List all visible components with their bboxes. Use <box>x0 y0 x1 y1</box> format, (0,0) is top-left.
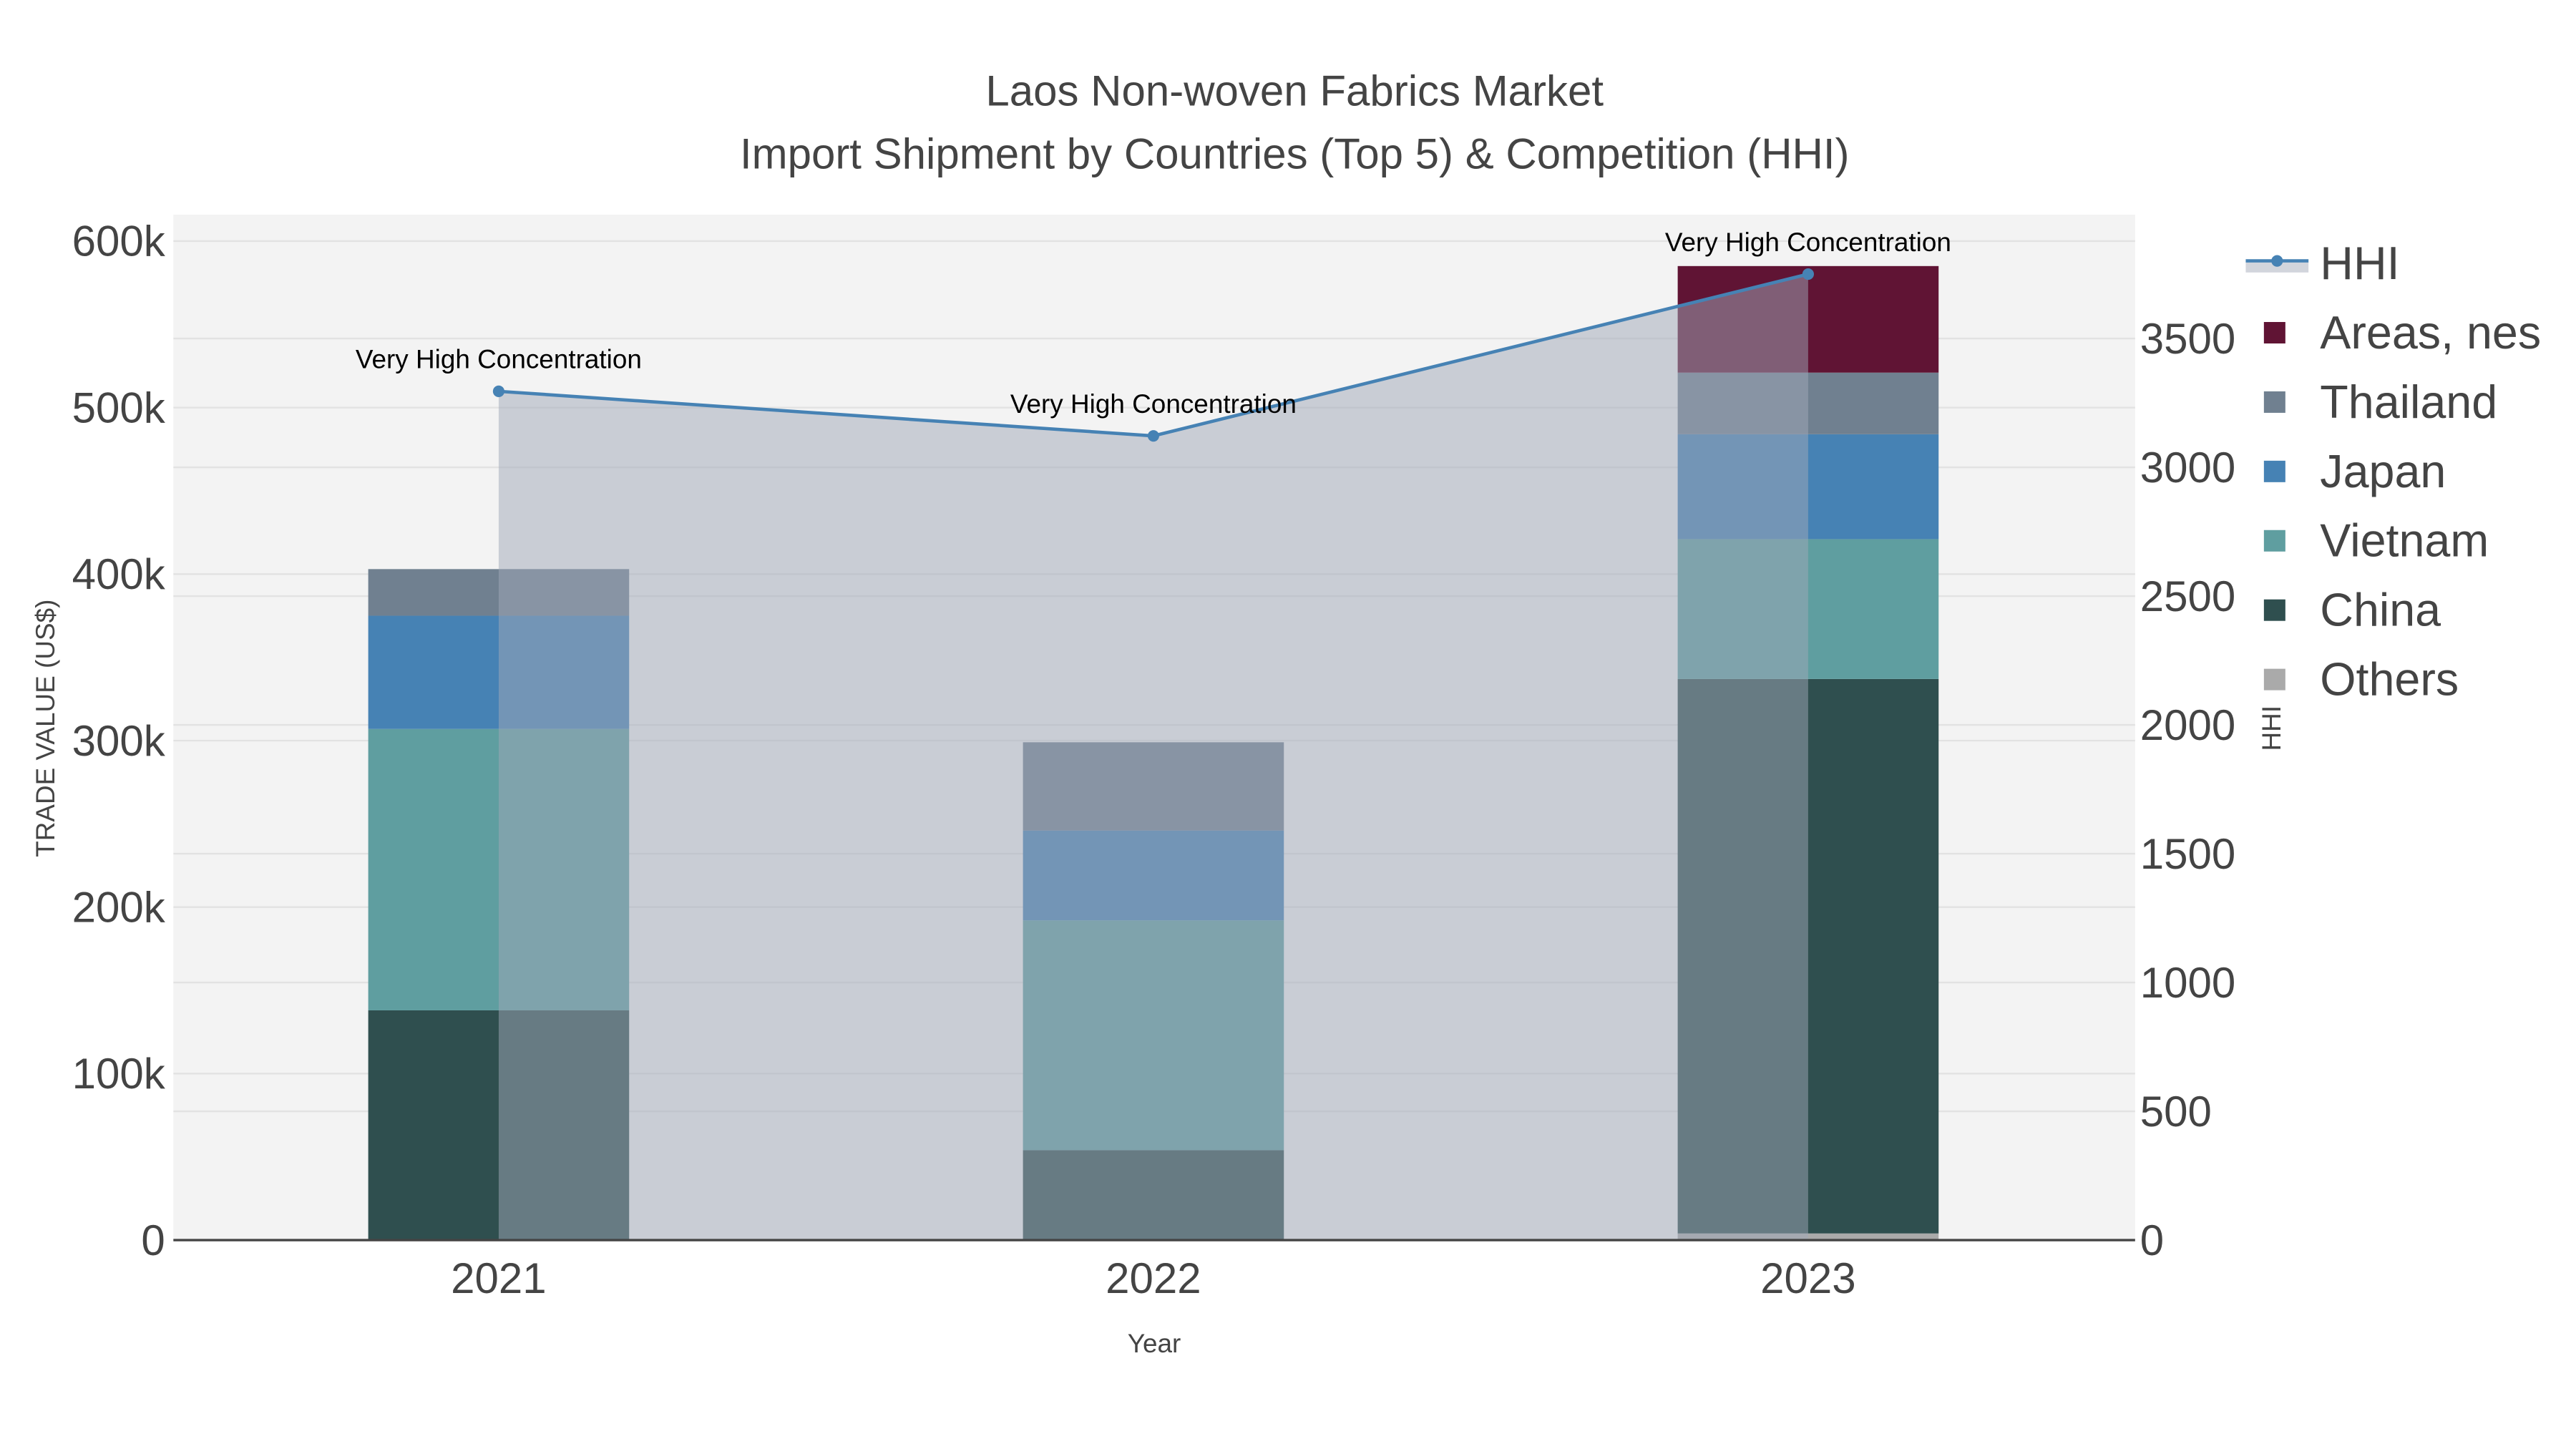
y-tick-label: 600k <box>72 218 166 265</box>
hhi-point-2022 <box>1147 430 1159 442</box>
legend-swatch-china <box>2263 599 2285 621</box>
chart-subtitle: Import Shipment by Countries (Top 5) & C… <box>740 130 1850 177</box>
y-tick-label: 500k <box>72 384 166 431</box>
y-tick-label: 400k <box>72 550 166 598</box>
y-tick-label: 300k <box>72 717 166 765</box>
y2-axis-title: HHI <box>2257 706 2286 751</box>
y2-tick-label: 3500 <box>2140 315 2235 363</box>
y-tick-label: 0 <box>141 1216 165 1264</box>
hhi-annotation: Very High Concentration <box>1665 228 1951 257</box>
legend-swatch-thailand <box>2263 391 2285 413</box>
legend-hhi-marker <box>2271 255 2283 267</box>
y2-tick-label: 0 <box>2140 1216 2164 1264</box>
y-tick-label: 100k <box>72 1050 166 1098</box>
y2-tick-label: 2000 <box>2140 701 2235 749</box>
chart-title: Laos Non-woven Fabrics Market <box>985 67 1604 115</box>
legend-label-japan: Japan <box>2320 446 2446 497</box>
y-axis-ticks: 0 100k 200k 300k 400k 500k 600k <box>72 218 166 1264</box>
legend-swatch-others <box>2263 668 2285 691</box>
hhi-point-2021 <box>492 385 504 397</box>
legend-swatch-vietnam <box>2263 530 2285 552</box>
legend-label-others: Others <box>2320 654 2459 706</box>
hhi-point-2023 <box>1802 268 1814 280</box>
y2-tick-label: 1000 <box>2140 959 2235 1007</box>
y2-tick-label: 500 <box>2140 1088 2212 1136</box>
legend-label-areas-nes: Areas, nes <box>2320 307 2541 358</box>
legend-label-vietnam: Vietnam <box>2320 515 2489 567</box>
legend-label-thailand: Thailand <box>2320 376 2497 428</box>
legend-label-china: China <box>2320 585 2441 636</box>
legend: HHI Areas, nes Thailand Japan Vietnam China Ot… <box>2245 238 2541 706</box>
y-axis-title: TRADE VALUE (US$) <box>31 600 60 857</box>
y2-axis-ticks: 0 500 1000 1500 2000 2500 3000 3500 <box>2140 315 2235 1264</box>
hhi-annotation: Very High Concentration <box>1010 389 1297 419</box>
x-axis-ticks: 2021 2022 2023 <box>451 1254 1855 1302</box>
x-axis-title: Year <box>1128 1329 1181 1358</box>
y-tick-label: 200k <box>72 883 166 931</box>
y2-tick-label: 3000 <box>2140 444 2235 492</box>
x-tick-label: 2021 <box>451 1254 546 1302</box>
legend-swatch-areas-nes <box>2263 322 2285 343</box>
x-tick-label: 2022 <box>1106 1254 1201 1302</box>
chart: Very High Concentration Very High Concent… <box>31 67 2541 1358</box>
hhi-annotation: Very High Concentration <box>356 345 642 374</box>
x-tick-label: 2023 <box>1760 1254 1855 1302</box>
y2-tick-label: 2500 <box>2140 572 2235 620</box>
y2-tick-label: 1500 <box>2140 830 2235 878</box>
legend-swatch-japan <box>2263 460 2285 482</box>
legend-label-hhi: HHI <box>2320 238 2399 289</box>
